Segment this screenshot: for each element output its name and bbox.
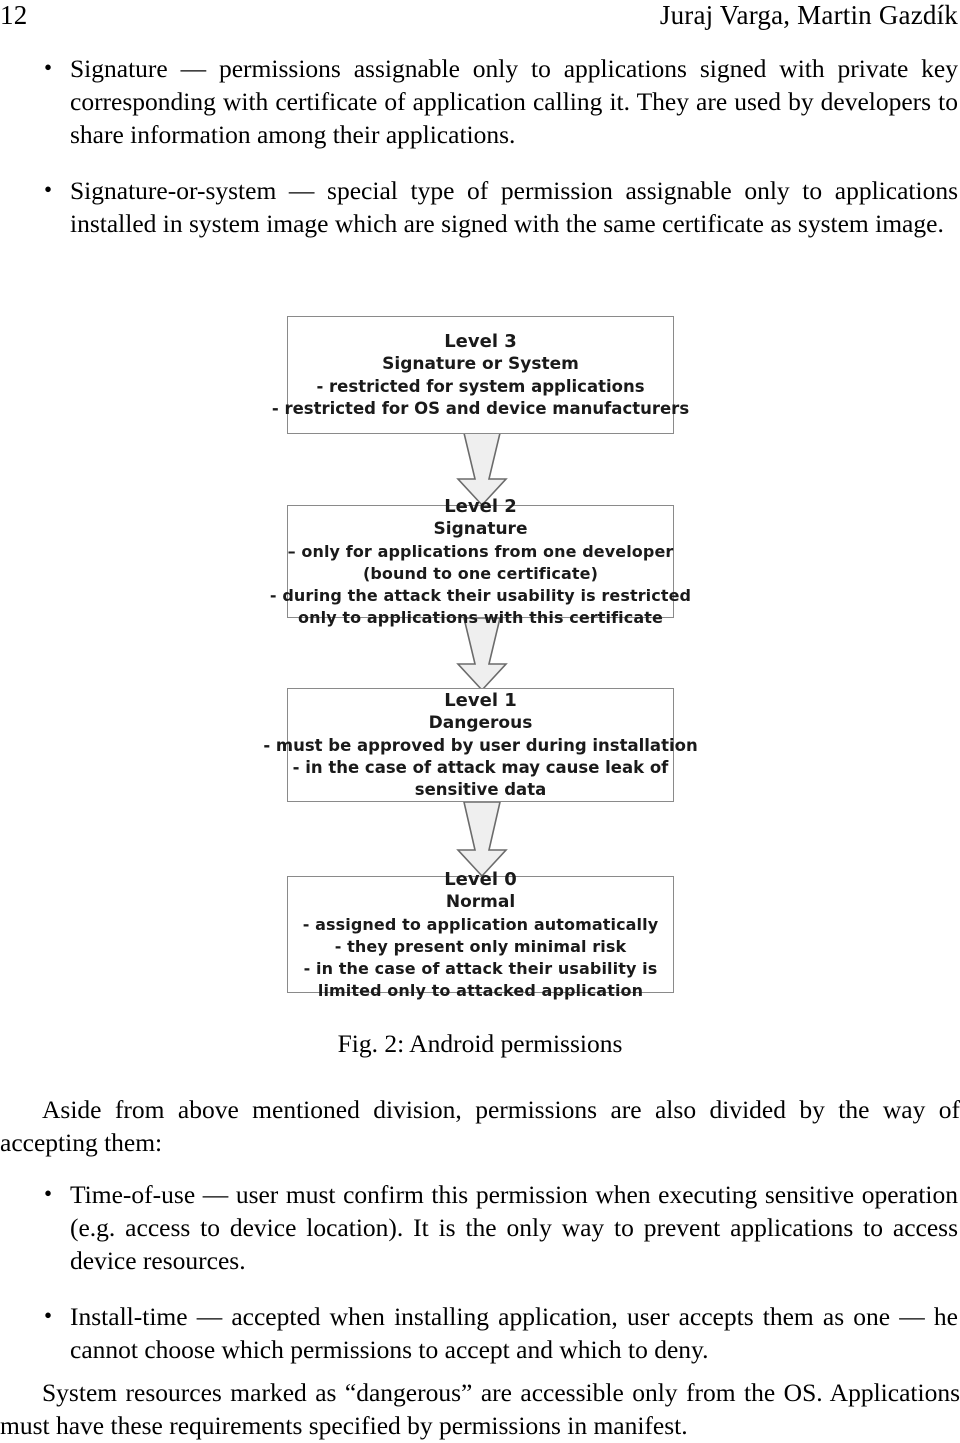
bullet-text: Signature — permissions assignable only … bbox=[70, 54, 958, 150]
level-2-detail-3: - during the attack their usability is r… bbox=[269, 585, 692, 605]
level-1-detail-1: - must be approved by user during instal… bbox=[263, 736, 698, 755]
level-0-detail-2: - they present only minimal risk bbox=[334, 936, 627, 956]
level-0-detail-3: - in the case of attack their usability … bbox=[303, 958, 658, 978]
level-1-subtitle: Dangerous bbox=[428, 713, 533, 733]
level-1-detail-2: - in the case of attack may cause leak o… bbox=[292, 758, 669, 777]
header-authors: Juraj Varga, Martin Gazdík bbox=[659, 0, 958, 30]
figure-caption: Fig. 2: Android permissions bbox=[337, 1029, 623, 1058]
bullet-text: Signature-or-system — special type of pe… bbox=[70, 175, 958, 238]
level-1-detail-3: sensitive data bbox=[414, 780, 547, 799]
list-item: Time-of-use — user must confirm this per… bbox=[42, 1177, 958, 1278]
level-3-detail-1: - restricted for system applications bbox=[316, 377, 645, 396]
level-3-subtitle: Signature or System bbox=[382, 354, 579, 374]
list-item: Signature — permissions assignable only … bbox=[42, 51, 958, 152]
level-2-detail-1: – only for applications from one develop… bbox=[287, 541, 674, 561]
document-page: 12 Juraj Varga, Martin Gazdík Signature … bbox=[0, 0, 960, 1443]
level-0-box: Level 0 Normal - assigned to application… bbox=[287, 869, 674, 1000]
closing-paragraph-block: System resources marked as “dangerous” a… bbox=[0, 1376, 960, 1442]
page-number: 12 bbox=[0, 0, 28, 30]
level-0-detail-4: limited only to attacked application bbox=[317, 980, 644, 1000]
level-2-detail-2: (bound to one certificate) bbox=[362, 563, 599, 583]
level-0-detail-1: - assigned to application automatically bbox=[302, 914, 659, 934]
list-item: Install-time — accepted when installing … bbox=[42, 1299, 958, 1366]
level-2-detail-4: only to applications with this certifica… bbox=[298, 607, 663, 627]
arrow-level1-to-level0 bbox=[456, 801, 508, 878]
acceptance-type-list: Time-of-use — user must confirm this per… bbox=[0, 1177, 960, 1366]
level-2-title: Level 2 bbox=[444, 495, 517, 517]
bullet-text: Time-of-use — user must confirm this per… bbox=[70, 1180, 958, 1276]
level-2-box: Level 2 Signature – only for application… bbox=[270, 496, 691, 627]
level-1-box: Level 1 Dangerous - must be approved by … bbox=[263, 688, 698, 802]
permission-type-list: Signature — permissions assignable only … bbox=[0, 51, 960, 240]
page-header: 12 Juraj Varga, Martin Gazdík bbox=[0, 0, 960, 34]
list-item: Signature-or-system — special type of pe… bbox=[42, 173, 958, 240]
bottom-bullet-block: Time-of-use — user must confirm this per… bbox=[0, 1177, 960, 1366]
paragraph-system-resources: System resources marked as “dangerous” a… bbox=[0, 1378, 960, 1441]
level-0-title: Level 0 bbox=[444, 868, 517, 890]
figure-android-permissions: Level 3 Signature or System - restricted… bbox=[0, 300, 960, 1058]
level-0-subtitle: Normal bbox=[445, 891, 516, 912]
paragraph-accepting-ways: Aside from above mentioned division, per… bbox=[0, 1095, 960, 1158]
level-3-title: Level 3 bbox=[444, 331, 517, 352]
mid-paragraph-block: Aside from above mentioned division, per… bbox=[0, 1093, 960, 1159]
level-2-subtitle: Signature bbox=[433, 518, 528, 539]
permission-level-diagram: Level 3 Signature or System - restricted… bbox=[0, 300, 960, 1000]
level-3-detail-2: - restricted for OS and device manufactu… bbox=[271, 399, 690, 418]
level-3-box: Level 3 Signature or System - restricted… bbox=[272, 316, 689, 434]
level-1-title: Level 1 bbox=[444, 690, 517, 711]
top-bullet-block: Signature — permissions assignable only … bbox=[0, 51, 960, 240]
bullet-text: Install-time — accepted when installing … bbox=[70, 1301, 958, 1364]
